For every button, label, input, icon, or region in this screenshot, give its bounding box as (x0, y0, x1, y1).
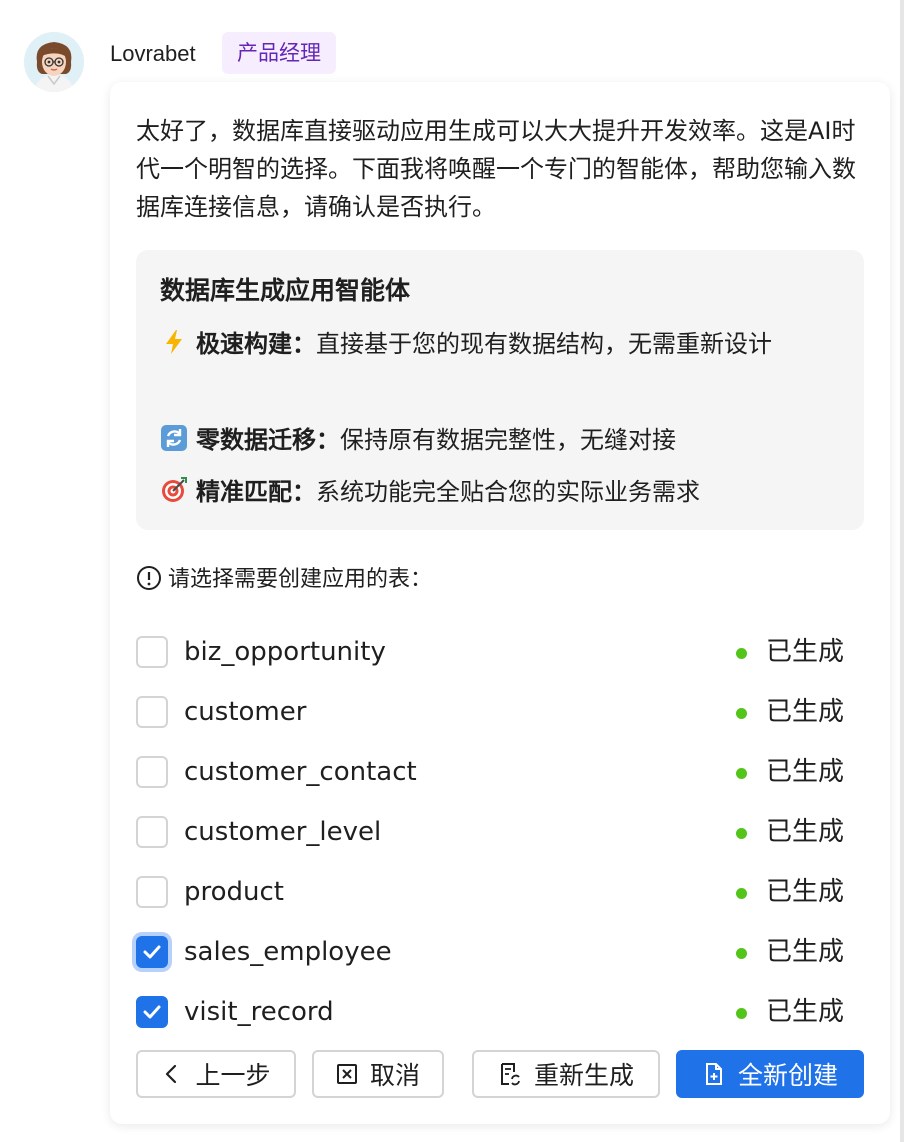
table-checkbox[interactable] (136, 936, 168, 968)
table-row[interactable]: customer_contact 已生成 (136, 752, 856, 792)
status-text: 已生成 (766, 637, 845, 667)
feature-label: 极速构建： (196, 330, 316, 358)
table-name: visit_record (184, 997, 334, 1027)
table-row[interactable]: biz_opportunity 已生成 (136, 632, 856, 672)
status-dot (736, 768, 747, 779)
cancel-label: 取消 (369, 1061, 420, 1090)
regenerate-label: 重新生成 (533, 1061, 634, 1090)
file-add-icon (705, 1063, 722, 1085)
status-dot (736, 648, 747, 659)
table-name: customer (184, 697, 307, 727)
feature-label: 零数据迁移： (196, 426, 340, 454)
feature-text: 系统功能完全贴合您的实际业务需求 (316, 478, 700, 506)
feature-item: 精准匹配：系统功能完全贴合您的实际业务需求 (160, 470, 850, 514)
table-name: customer_contact (184, 757, 417, 787)
create-new-button[interactable]: 全新创建 (676, 1050, 864, 1098)
status-text: 已生成 (766, 997, 845, 1027)
document-refresh-icon (500, 1063, 520, 1086)
table-select-prompt: 请选择需要创建应用的表： (136, 564, 432, 596)
message-card: 太好了，数据库直接驱动应用生成可以大大提升开发效率。这是AI时代一个明智的选择。… (110, 82, 890, 1124)
refresh-icon (161, 425, 187, 451)
table-checkbox[interactable] (136, 636, 168, 668)
status-dot (736, 708, 747, 719)
check-icon (143, 945, 161, 959)
status-text: 已生成 (766, 697, 845, 727)
sender-name: Lovrabet (110, 41, 196, 66)
status-text: 已生成 (766, 937, 845, 967)
avatar (24, 32, 84, 92)
table-name: biz_opportunity (184, 637, 386, 667)
table-row[interactable]: sales_employee 已生成 (136, 932, 856, 972)
lightning-icon (166, 330, 182, 354)
prev-step-label: 上一步 (195, 1061, 271, 1090)
table-checkbox[interactable] (136, 696, 168, 728)
status-text: 已生成 (766, 757, 845, 787)
table-name: customer_level (184, 817, 382, 847)
table-row[interactable]: product 已生成 (136, 872, 856, 912)
table-row[interactable]: customer 已生成 (136, 692, 856, 732)
feature-item: 零数据迁移：保持原有数据完整性，无缝对接 (160, 418, 850, 462)
table-name: product (184, 877, 285, 907)
role-badge: 产品经理 (222, 32, 336, 74)
prev-step-button[interactable]: 上一步 (136, 1050, 296, 1098)
table-checkbox[interactable] (136, 876, 168, 908)
table-checkbox[interactable] (136, 996, 168, 1028)
status-dot (736, 948, 747, 959)
table-name: sales_employee (184, 937, 392, 967)
create-new-label: 全新创建 (737, 1061, 838, 1090)
table-row[interactable]: customer_level 已生成 (136, 812, 856, 852)
cancel-button[interactable]: 取消 (312, 1050, 444, 1098)
table-checkbox[interactable] (136, 756, 168, 788)
close-square-icon (336, 1064, 357, 1084)
regenerate-button[interactable]: 重新生成 (472, 1050, 660, 1098)
agent-title: 数据库生成应用智能体 (160, 276, 411, 305)
feature-text: 保持原有数据完整性，无缝对接 (340, 426, 676, 454)
check-icon (143, 1005, 161, 1019)
chevron-left-icon (166, 1064, 177, 1084)
agent-info-box: 数据库生成应用智能体 极速构建：直接基于您的现有数据结构，无需重新设计 零数据迁… (136, 250, 864, 530)
table-row[interactable]: visit_record 已生成 (136, 992, 856, 1032)
window-edge (900, 0, 904, 1142)
feature-item: 极速构建：直接基于您的现有数据结构，无需重新设计 (160, 322, 850, 366)
status-dot (736, 1008, 747, 1019)
status-dot (736, 828, 747, 839)
status-text: 已生成 (766, 877, 845, 907)
info-circle-icon (137, 566, 161, 590)
message-text: 太好了，数据库直接驱动应用生成可以大大提升开发效率。这是AI时代一个明智的选择。… (136, 117, 856, 221)
table-checkbox[interactable] (136, 816, 168, 848)
status-text: 已生成 (766, 817, 845, 847)
feature-text: 直接基于您的现有数据结构，无需重新设计 (316, 330, 772, 358)
target-icon (162, 477, 187, 502)
feature-label: 精准匹配： (196, 478, 316, 506)
status-dot (736, 888, 747, 899)
prompt-text: 请选择需要创建应用的表： (168, 567, 433, 592)
